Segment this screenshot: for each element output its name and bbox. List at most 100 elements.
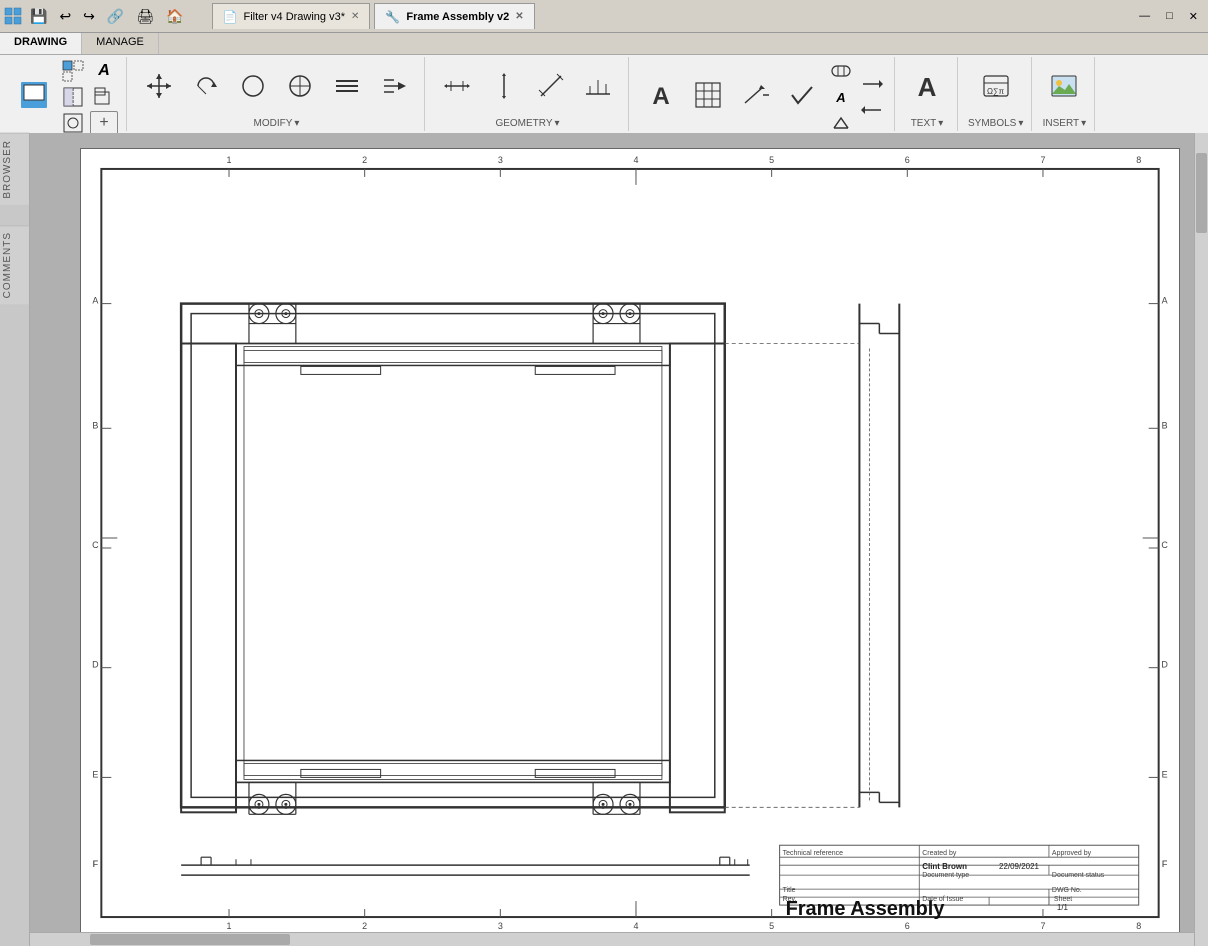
left-panel: BROWSER COMMENTS [0,133,30,946]
crosshair-icon [286,72,314,104]
filter-tab[interactable]: 📄 Filter v4 Drawing v3* ✕ [212,3,371,29]
quick-home-btn[interactable]: 🏠 [162,6,187,27]
dim-horiz-btn[interactable] [435,62,479,114]
surface-btn[interactable]: A [827,85,855,109]
symbols-group: Ω∑π SYMBOLS ▾ [960,57,1032,131]
modify-dropdown-icon[interactable]: ▾ [294,118,299,129]
dim-horiz-icon [443,72,471,104]
frame-tab-close[interactable]: ✕ [515,11,523,22]
create-group: A + CREATE ▾ [4,57,127,131]
insert-image-btn[interactable] [1042,62,1086,114]
add-view-btn[interactable]: + [90,111,118,135]
svg-text:D: D [1161,660,1168,670]
insert-dropdown-icon[interactable]: ▾ [1081,118,1086,129]
maximize-btn[interactable]: □ [1160,10,1179,23]
svg-text:22/09/2021: 22/09/2021 [999,862,1039,871]
symbols-icon: Ω∑π [982,72,1010,104]
svg-text:DWG No.: DWG No. [1052,887,1082,894]
quick-redo-btn[interactable]: ↪ [79,6,99,27]
frame-tab-label: Frame Assembly v2 [406,11,509,23]
dim-arrow-col [858,72,886,122]
close-btn[interactable]: ✕ [1183,10,1204,23]
svg-text:Clint Brown: Clint Brown [922,862,967,871]
app-icon [4,7,22,25]
text-style-icon: A [918,72,937,103]
create-text-col: A + [90,59,118,135]
ribbon-content: A + CREATE ▾ [0,55,1208,133]
symbols-btn[interactable]: Ω∑π [974,62,1018,114]
text-annotation-btn[interactable]: A [90,59,118,83]
create-buttons: A + [12,59,118,135]
text-buttons: A [905,59,949,116]
check-dim-btn[interactable] [780,71,824,123]
text-group: A TEXT ▾ [897,57,958,131]
window-controls: — □ ✕ [1133,10,1204,23]
text-dim-btn[interactable]: A [639,71,683,123]
quick-undo-btn[interactable]: ↩ [55,6,75,27]
svg-text:B: B [92,420,98,430]
filter-tab-close[interactable]: ✕ [351,11,359,22]
tab-drawing[interactable]: DRAWING [0,33,82,54]
quick-print-btn[interactable]: 🖨 [132,6,158,27]
symbols-dropdown-icon[interactable]: ▾ [1018,118,1023,129]
minimize-btn[interactable]: — [1133,10,1156,23]
browser-sidebar-item[interactable]: BROWSER [0,133,29,205]
svg-text:2: 2 [362,921,367,931]
arrow-right-btn[interactable] [858,72,886,96]
weld-btn[interactable] [827,111,855,135]
dim-aligned-icon [537,72,565,104]
inspect-btn[interactable] [827,59,855,83]
text-style-btn[interactable]: A [905,62,949,114]
move-btn[interactable] [137,62,181,114]
tab-manage[interactable]: MANAGE [82,33,159,54]
frame-tab[interactable]: 🔧 Frame Assembly v2 ✕ [374,3,534,29]
svg-text:Document status: Document status [1052,872,1105,879]
text-dropdown-icon[interactable]: ▾ [938,118,943,129]
svg-text:5: 5 [769,921,774,931]
quick-save-btn[interactable]: 💾 [26,6,51,27]
trim-icon [380,72,408,104]
section-view-btn[interactable] [59,85,87,109]
filter-tab-icon: 📄 [223,10,238,24]
canvas-area: 1 2 3 4 5 6 7 8 1 2 3 4 5 6 7 8 [30,133,1208,946]
insert-label: INSERT ▾ [1043,118,1087,129]
vertical-scrollbar[interactable] [1194,133,1208,946]
svg-text:F: F [1162,859,1168,869]
hatch-btn[interactable] [325,62,369,114]
arrow-left-btn[interactable] [858,98,886,122]
circle-tool-btn[interactable] [231,62,275,114]
dim-baseline-btn[interactable] [576,62,620,114]
svg-text:A: A [1162,296,1168,306]
svg-text:1: 1 [227,921,232,931]
leader-btn[interactable] [733,71,777,123]
insert-buttons [1042,59,1086,116]
geometry-label: GEOMETRY ▾ [495,118,559,129]
vertical-scroll-thumb[interactable] [1196,153,1207,233]
projected-view-btn[interactable] [59,59,87,83]
dim-vert-btn[interactable] [482,62,526,114]
rotate-btn[interactable] [184,62,228,114]
dim-aligned-btn[interactable] [529,62,573,114]
leader-icon [741,81,769,113]
component-view-btn[interactable] [90,85,118,109]
modify-group: MODIFY ▾ [129,57,425,131]
geometry-group: GEOMETRY ▾ [427,57,629,131]
detail-view-btn[interactable] [59,111,87,135]
horizontal-scroll-thumb[interactable] [90,934,290,945]
svg-text:Title: Title [783,887,796,894]
titlebar: 💾 ↩ ↪ 🔗 🖨 🏠 📄 Filter v4 Drawing v3* ✕ 🔧 … [0,0,1208,33]
geometry-dropdown-icon[interactable]: ▾ [555,118,560,129]
quick-link-btn[interactable]: 🔗 [103,6,128,27]
comments-sidebar-item[interactable]: COMMENTS [0,225,29,304]
ribbon: DRAWING MANAGE [0,33,1208,135]
svg-text:Approved by: Approved by [1052,850,1092,857]
table-dim-btn[interactable] [686,71,730,123]
dimensions-group: A [631,57,895,131]
horizontal-scrollbar[interactable] [30,932,1194,946]
crosshair-btn[interactable] [278,62,322,114]
create-small-col [59,59,87,135]
svg-text:E: E [1162,769,1168,779]
trim-btn[interactable] [372,62,416,114]
new-base-view-btn[interactable] [12,71,56,123]
check-dim-icon [788,81,816,113]
